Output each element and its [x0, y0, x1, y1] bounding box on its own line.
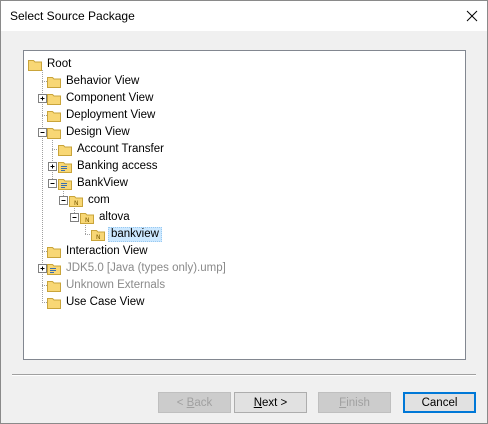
back-label-rest: ack [194, 396, 213, 409]
tree-node-label: Use Case View [66, 296, 145, 308]
collapse-minus-icon[interactable] [48, 179, 57, 188]
package-folder-icon [47, 264, 61, 275]
folder-icon [47, 298, 61, 309]
folder-icon [28, 60, 42, 71]
tree-node-label: Account Transfer [77, 143, 164, 155]
tree-node-bankview-leaf[interactable]: Nbankview [24, 226, 462, 243]
dialog-window: Select Source Package Root Behavior View… [0, 0, 488, 424]
folder-icon [47, 94, 61, 105]
close-button[interactable] [457, 1, 487, 31]
tree-node-label: Component View [66, 92, 154, 104]
next-label-mnemonic: N [253, 396, 263, 409]
back-label-prefix: < [176, 396, 187, 409]
dialog-title: Select Source Package [10, 9, 135, 23]
tree-node-use-case-view[interactable]: Use Case View [24, 294, 462, 311]
folder-icon [47, 128, 61, 139]
svg-text:N: N [85, 217, 90, 224]
tree-node-label: Behavior View [66, 75, 140, 87]
tree-node-jdk50[interactable]: JDK5.0 [Java (types only).ump] [24, 260, 462, 277]
expand-plus-icon[interactable] [38, 264, 47, 273]
tree-node-account-transfer[interactable]: Account Transfer [24, 141, 462, 158]
tree-node-label: Deployment View [66, 109, 156, 121]
svg-text:N: N [96, 234, 101, 241]
namespace-folder-icon: N [91, 230, 105, 241]
tree-node-label: com [88, 194, 110, 206]
svg-text:N: N [74, 200, 79, 207]
package-tree[interactable]: Root Behavior View Component View Deploymen… [23, 50, 466, 360]
back-button[interactable]: < Back [158, 392, 231, 413]
tree-node-label: altova [99, 211, 130, 223]
finish-label-rest: inish [346, 396, 370, 409]
tree-node-label: bankview [108, 227, 162, 242]
finish-button[interactable]: Finish [318, 392, 391, 413]
namespace-folder-icon: N [80, 213, 94, 224]
tree-node-root[interactable]: Root [24, 56, 462, 73]
tree-node-label: Design View [66, 126, 130, 138]
next-label-rest: ext > [262, 396, 288, 409]
tree-node-unknown-externals[interactable]: Unknown Externals [24, 277, 462, 294]
tree-node-altova[interactable]: Naltova [24, 209, 462, 226]
tree-node-label: Banking access [77, 160, 158, 172]
title-bar: Select Source Package [1, 1, 487, 31]
folder-icon [47, 111, 61, 122]
namespace-folder-icon: N [69, 196, 83, 207]
tree-node-label: JDK5.0 [Java (types only).ump] [66, 262, 226, 274]
folder-icon [47, 281, 61, 292]
folder-icon [47, 247, 61, 258]
tree-node-design-view[interactable]: Design View [24, 124, 462, 141]
folder-icon [47, 77, 61, 88]
tree-node-component-view[interactable]: Component View [24, 90, 462, 107]
package-folder-icon [58, 179, 72, 190]
folder-icon [58, 145, 72, 156]
tree-node-label: BankView [77, 177, 128, 189]
tree-node-label: Unknown Externals [66, 279, 166, 291]
collapse-minus-icon[interactable] [70, 213, 79, 222]
collapse-minus-icon[interactable] [38, 128, 47, 137]
tree-node-interaction-view[interactable]: Interaction View [24, 243, 462, 260]
footer-separator [12, 374, 476, 376]
tree-node-deployment-view[interactable]: Deployment View [24, 107, 462, 124]
cancel-label: Cancel [421, 396, 458, 409]
tree-node-bankview[interactable]: BankView [24, 175, 462, 192]
expand-plus-icon[interactable] [38, 94, 47, 103]
cancel-button[interactable]: Cancel [403, 392, 476, 413]
back-label-mnemonic: B [186, 396, 195, 409]
tree-node-banking-access[interactable]: Banking access [24, 158, 462, 175]
next-button[interactable]: Next > [234, 392, 307, 413]
tree-node-com[interactable]: Ncom [24, 192, 462, 209]
tree-node-label: Interaction View [66, 245, 148, 257]
finish-label-mnemonic: F [339, 396, 347, 409]
package-folder-icon [58, 162, 72, 173]
tree-node-behavior-view[interactable]: Behavior View [24, 73, 462, 90]
expand-plus-icon[interactable] [48, 162, 57, 171]
tree-node-label: Root [47, 58, 72, 70]
close-icon [466, 10, 478, 22]
collapse-minus-icon[interactable] [59, 196, 68, 205]
